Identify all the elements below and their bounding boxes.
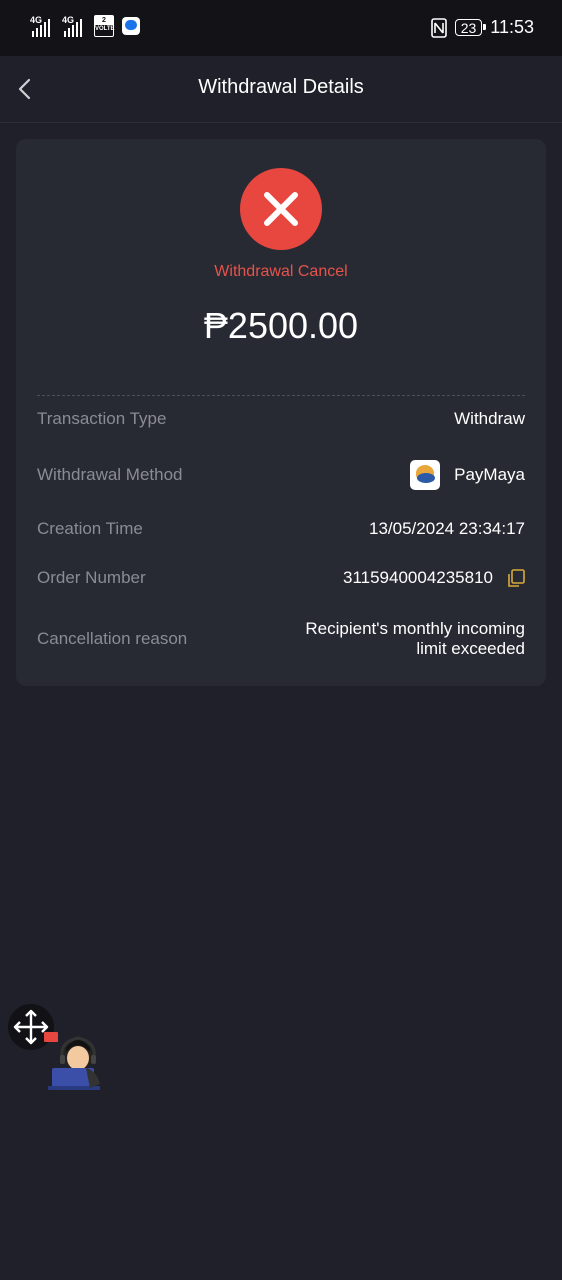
nfc-icon	[430, 17, 447, 38]
signal-icon: 4G	[62, 15, 86, 37]
floating-support-widget[interactable]	[8, 1004, 108, 1094]
cancellation-reason-line: limit exceeded	[416, 639, 525, 658]
customer-support-avatar-icon[interactable]	[44, 1028, 108, 1092]
battery-level: 23	[460, 20, 477, 36]
order-number-row: Order Number 3115940004235810	[37, 568, 525, 588]
withdrawal-method-label: Withdrawal Method	[37, 465, 183, 484]
withdrawal-method-row: Withdrawal Method PayMaya	[37, 460, 525, 490]
transaction-type-label: Transaction Type	[37, 409, 167, 428]
dashed-divider	[37, 395, 525, 396]
cancellation-reason-value: Recipient's monthly incoming limit excee…	[305, 619, 525, 659]
app-header: Withdrawal Details	[0, 56, 562, 123]
paymaya-logo-icon	[410, 460, 441, 490]
battery-icon: 23	[454, 19, 486, 36]
creation-time-row: Creation Time 13/05/2024 23:34:17	[37, 519, 525, 539]
volte-icon: 2 VOLTE	[94, 15, 115, 37]
page-title: Withdrawal Details	[198, 76, 364, 98]
order-number-value-group: 3115940004235810	[343, 568, 525, 588]
order-number-label: Order Number	[37, 568, 146, 587]
transaction-type-row: Transaction Type Withdraw	[37, 409, 525, 429]
order-number-value: 3115940004235810	[342, 568, 493, 587]
copy-icon[interactable]	[507, 569, 525, 587]
withdrawal-amount: ₱2500.00	[203, 305, 359, 346]
withdrawal-method-name: PayMaya	[454, 465, 525, 484]
creation-time-value: 13/05/2024 23:34:17	[369, 519, 525, 538]
status-icons-left: 4G 4G 2 VOLTE	[30, 15, 140, 37]
messenger-icon	[122, 17, 140, 35]
cancellation-reason-row: Cancellation reason Recipient's monthly …	[37, 619, 525, 659]
withdrawal-details-card: Withdrawal Cancel ₱2500.00 Transaction T…	[16, 139, 546, 686]
close-icon	[264, 192, 298, 226]
clock: 11:53	[490, 17, 534, 37]
status-icons-right: 23 11:53	[430, 17, 534, 38]
withdrawal-status-label: Withdrawal Cancel	[214, 263, 348, 280]
creation-time-label: Creation Time	[37, 519, 143, 538]
withdrawal-method-value: PayMaya	[410, 460, 525, 490]
volte-label: VOLTE	[95, 26, 115, 32]
status-bar: 4G 4G 2 VOLTE 23 11:53	[0, 0, 562, 56]
cancellation-reason-label: Cancellation reason	[37, 629, 188, 648]
cancel-status-icon	[240, 168, 322, 250]
signal-icon: 4G	[30, 15, 54, 37]
cancellation-reason-line: Recipient's monthly incoming	[305, 619, 525, 638]
sim-number: 2	[95, 16, 113, 25]
transaction-type-value: Withdraw	[454, 409, 525, 428]
